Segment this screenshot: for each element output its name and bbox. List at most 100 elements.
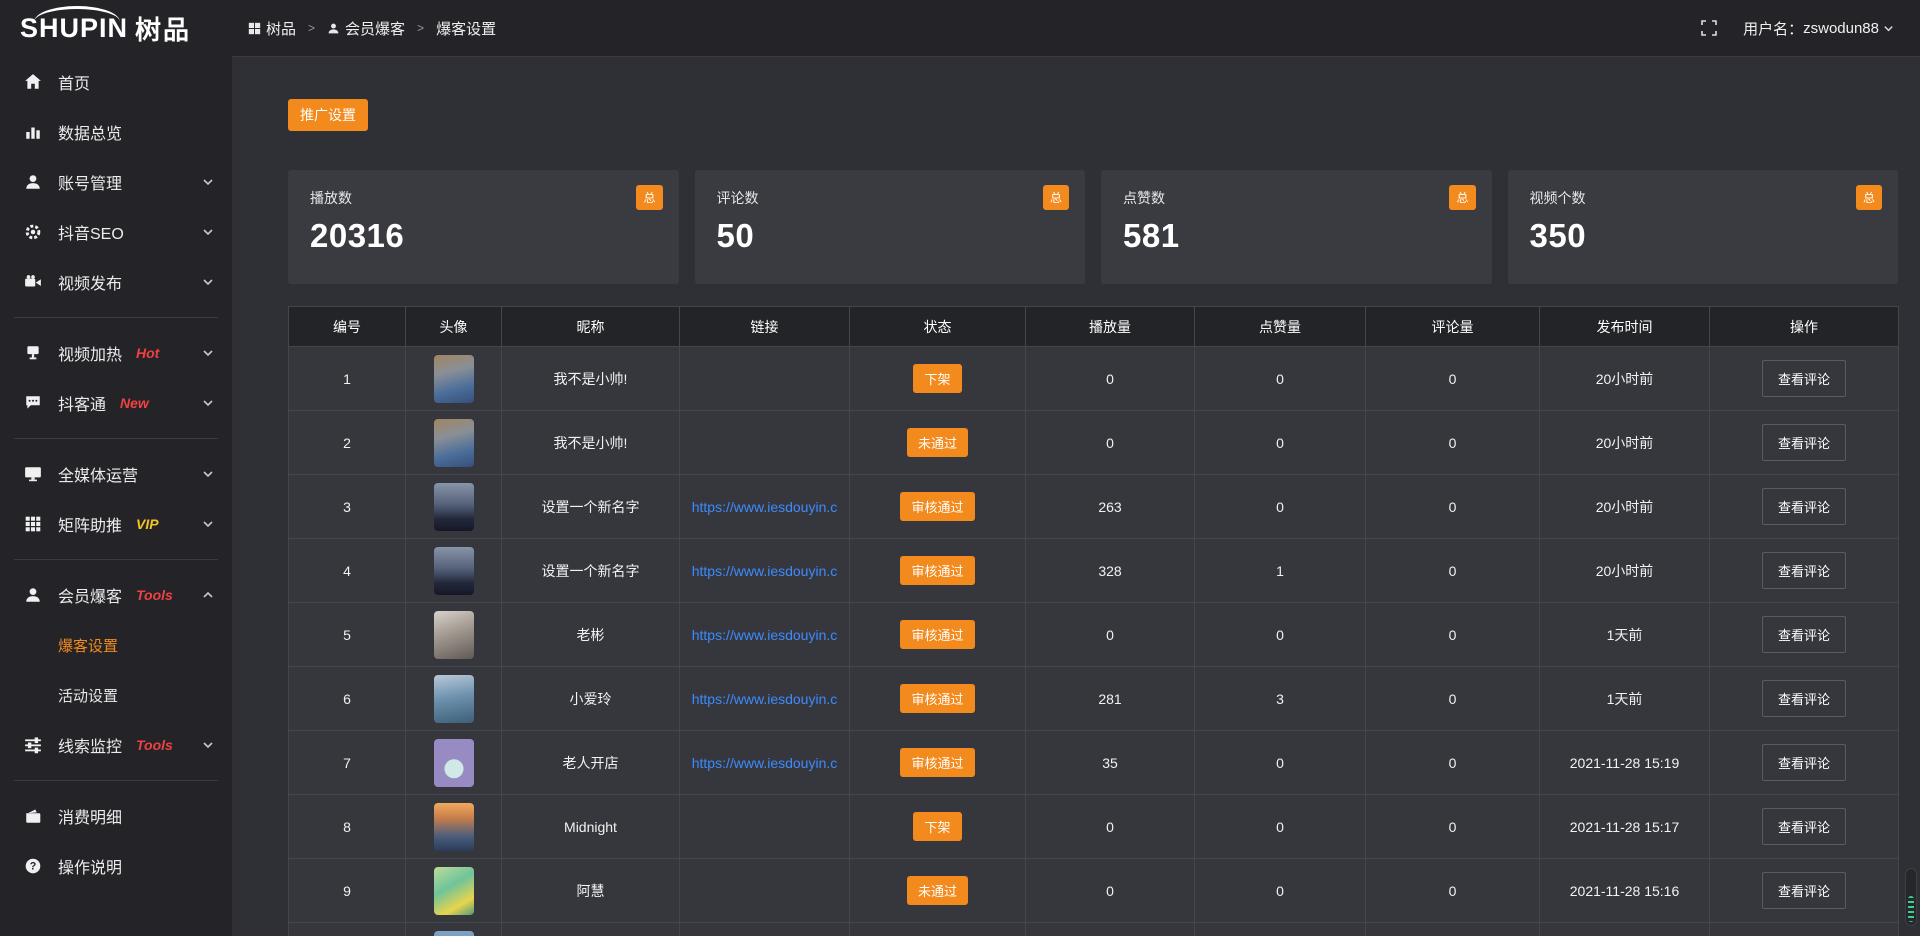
scrollbar-thumb[interactable] [1905, 868, 1917, 926]
avatar [434, 931, 474, 936]
view-comments-button[interactable]: 查看评论 [1762, 488, 1846, 525]
total-badge: 总 [1449, 185, 1475, 210]
col-plays: 播放量 [1026, 307, 1195, 347]
stat-card-comments: 评论数 总 50 [695, 170, 1086, 284]
vip-badge: VIP [136, 516, 159, 532]
row-number: 8 [289, 795, 406, 859]
plays-count: 0 [1026, 347, 1195, 411]
sidebar-item-label: 首页 [58, 70, 90, 94]
new-badge: New [120, 395, 149, 411]
stat-cards: 播放数 总 20316 评论数 总 50 点赞数 总 581 视频个数 总 35… [288, 170, 1898, 284]
avatar [434, 739, 474, 787]
view-comments-button[interactable]: 查看评论 [1762, 744, 1846, 781]
sidebar-item-omnimedia-operations[interactable]: 全媒体运营 [0, 449, 232, 499]
video-link[interactable]: https://www.iesdouyin.c [692, 691, 838, 707]
likes-count: 0 [1195, 475, 1366, 539]
view-comments-button[interactable]: 查看评论 [1762, 808, 1846, 845]
breadcrumb-item-shupin[interactable]: 树品 [248, 18, 296, 39]
chevron-down-icon [202, 276, 214, 288]
sidebar-item-consumption-details[interactable]: 消费明细 [0, 791, 232, 841]
sidebar-item-douyin-seo[interactable]: 抖音SEO [0, 207, 232, 257]
row-number: 5 [289, 603, 406, 667]
view-comments-button[interactable]: 查看评论 [1762, 872, 1846, 909]
sidebar-item-home[interactable]: 首页 [0, 57, 232, 107]
stat-card-likes: 点赞数 总 581 [1101, 170, 1492, 284]
col-status: 状态 [850, 307, 1026, 347]
user-icon [24, 586, 42, 604]
sidebar-item-doukertong[interactable]: 抖客通 New [0, 378, 232, 428]
view-comments-button[interactable]: 查看评论 [1762, 680, 1846, 717]
sidebar-item-matrix-boost[interactable]: 矩阵助推 VIP [0, 499, 232, 549]
view-comments-button[interactable]: 查看评论 [1762, 552, 1846, 589]
sidebar-item-member-baoke[interactable]: 会员爆客 Tools [0, 570, 232, 620]
video-camera-icon [24, 273, 42, 291]
sidebar-item-lead-monitoring[interactable]: 线索监控 Tools [0, 720, 232, 770]
fullscreen-icon[interactable] [1701, 20, 1717, 36]
comments-count: 0 [1366, 795, 1540, 859]
stat-label: 视频个数 [1530, 190, 1586, 206]
total-badge: 总 [1856, 185, 1882, 210]
comments-count: 0 [1366, 731, 1540, 795]
tools-badge: Tools [136, 737, 173, 753]
video-link[interactable]: https://www.iesdouyin.c [692, 627, 838, 643]
screen-icon [24, 344, 42, 362]
row-number: 1 [289, 347, 406, 411]
publish-time: 2021-11-28 15:19 [1540, 731, 1710, 795]
view-comments-button[interactable]: 查看评论 [1762, 616, 1846, 653]
avatar [434, 611, 474, 659]
total-badge: 总 [1043, 185, 1069, 210]
row-number: 3 [289, 475, 406, 539]
user-icon [24, 173, 42, 191]
sidebar-subitem-baoke-settings[interactable]: 爆客设置 [0, 620, 232, 670]
sidebar-item-label: 矩阵助推 [58, 512, 122, 536]
sidebar-item-data-overview[interactable]: 数据总览 [0, 107, 232, 157]
row-number: 7 [289, 731, 406, 795]
stat-label: 播放数 [310, 190, 352, 206]
table-row: 5 老彬 https://www.iesdouyin.c 审核通过 0 0 0 … [289, 603, 1899, 667]
breadcrumb-item-member-baoke[interactable]: 会员爆客 [327, 18, 405, 39]
video-link[interactable]: https://www.iesdouyin.c [692, 755, 838, 771]
video-link[interactable]: https://www.iesdouyin.c [692, 499, 838, 515]
sidebar-item-video-heat[interactable]: 视频加热 Hot [0, 328, 232, 378]
table-row: 4 设置一个新名字 https://www.iesdouyin.c 审核通过 3… [289, 539, 1899, 603]
plays-count: 0 [1026, 795, 1195, 859]
sidebar-item-video-publish[interactable]: 视频发布 [0, 257, 232, 307]
likes-count: 0 [1195, 411, 1366, 475]
stat-value: 581 [1123, 217, 1470, 255]
user-menu[interactable]: 用户名： zswodun88 [1743, 18, 1894, 39]
promotion-settings-button[interactable]: 推广设置 [288, 99, 368, 131]
likes-count: 0 [1195, 795, 1366, 859]
sidebar-divider [14, 559, 218, 560]
nickname: Midnight [502, 795, 680, 859]
user-icon [327, 22, 340, 35]
plays-count: 328 [1026, 539, 1195, 603]
likes-count: 0 [1195, 731, 1366, 795]
publish-time: 2021-11-28 15:17 [1540, 795, 1710, 859]
col-nickname: 昵称 [502, 307, 680, 347]
col-actions: 操作 [1710, 307, 1899, 347]
video-link[interactable]: https://www.iesdouyin.c [692, 563, 838, 579]
main-content: 推广设置 播放数 总 20316 评论数 总 50 点赞数 总 581 视频个数… [232, 58, 1920, 936]
avatar [434, 547, 474, 595]
table-header-row: 编号 头像 昵称 链接 状态 播放量 点赞量 评论量 发布时间 操作 [289, 307, 1899, 347]
sidebar-subitem-activity-settings[interactable]: 活动设置 [0, 670, 232, 720]
stat-value: 20316 [310, 217, 657, 255]
sidebar-item-label: 账号管理 [58, 170, 122, 194]
sidebar-item-label: 操作说明 [58, 854, 122, 878]
view-comments-button[interactable]: 查看评论 [1762, 424, 1846, 461]
dashboard-icon [248, 22, 261, 35]
chevron-down-icon [202, 176, 214, 188]
likes-count: 1 [1195, 539, 1366, 603]
avatar [434, 483, 474, 531]
publish-time: 20小时前 [1540, 539, 1710, 603]
row-number: 2 [289, 411, 406, 475]
sidebar-divider [14, 438, 218, 439]
col-link: 链接 [680, 307, 850, 347]
sidebar-item-account-management[interactable]: 账号管理 [0, 157, 232, 207]
view-comments-button[interactable]: 查看评论 [1762, 360, 1846, 397]
sidebar-submenu: 爆客设置 活动设置 [0, 620, 232, 720]
sidebar-item-operation-instructions[interactable]: ? 操作说明 [0, 841, 232, 891]
page-title: 爆客设置 [436, 18, 496, 39]
chevron-down-icon [202, 397, 214, 409]
col-id: 编号 [289, 307, 406, 347]
